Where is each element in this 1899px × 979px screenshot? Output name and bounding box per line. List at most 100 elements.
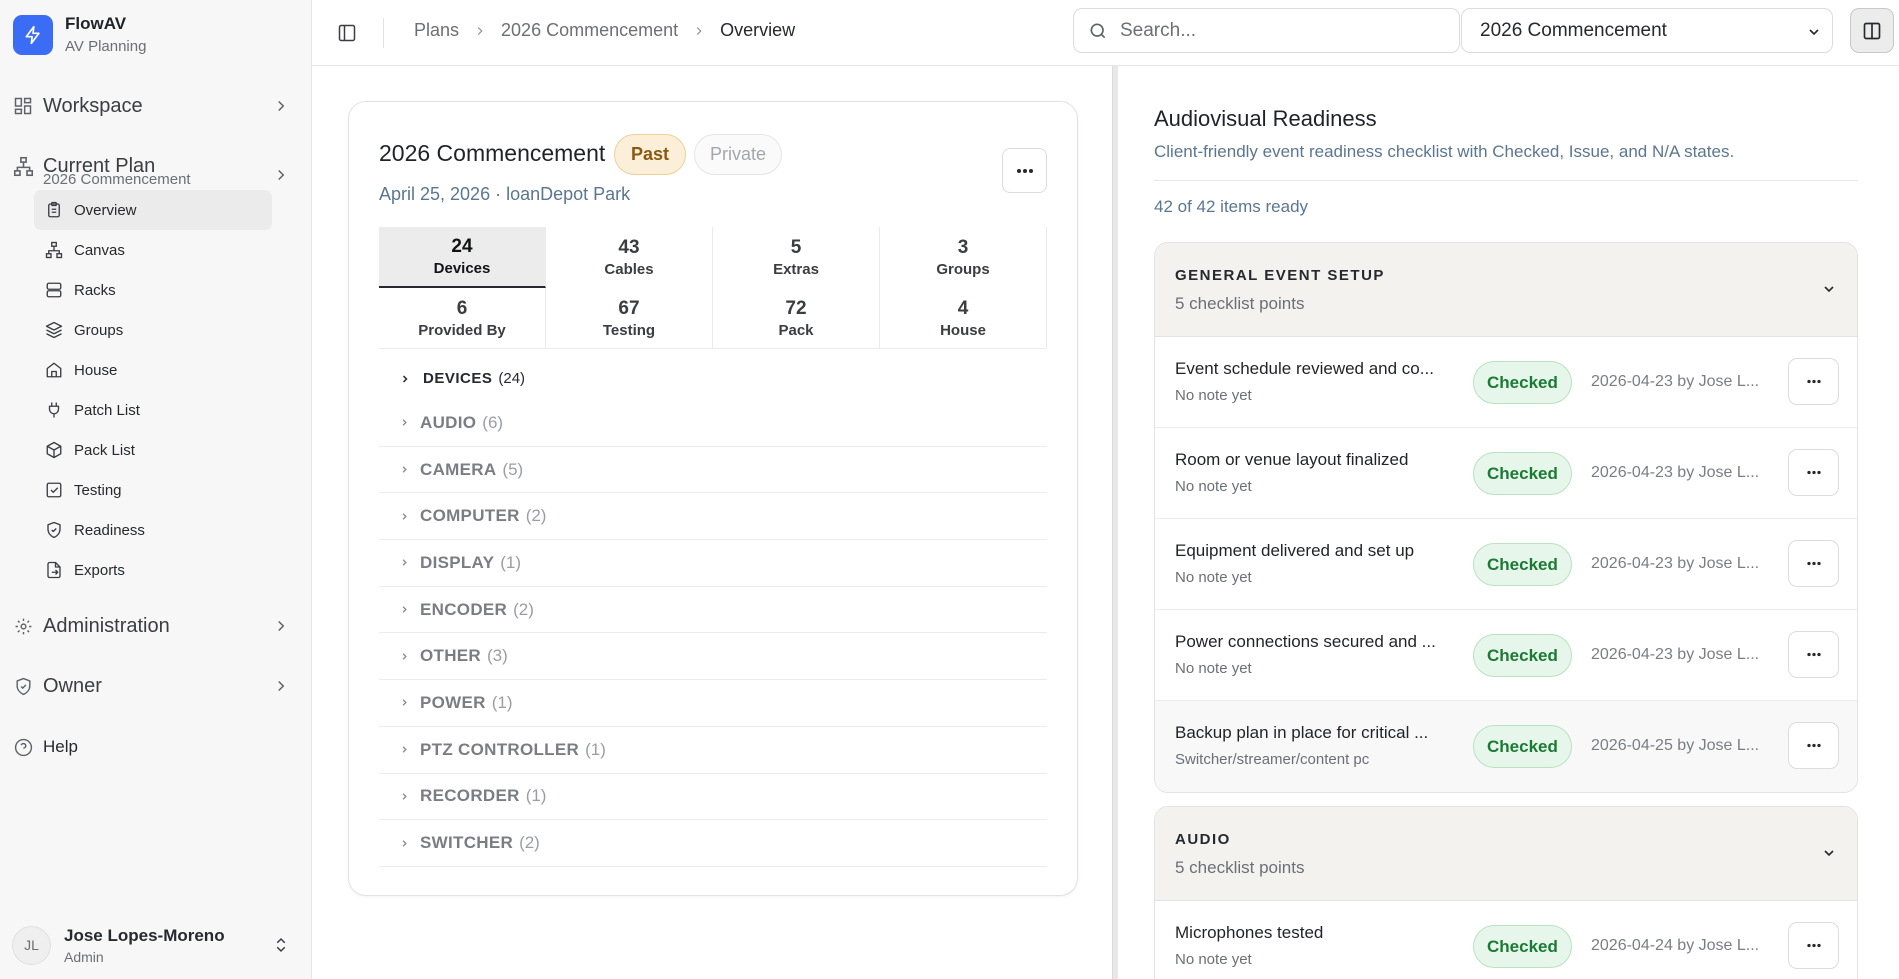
category-row[interactable]: SWITCHER (2) xyxy=(379,820,1047,867)
more-options-button[interactable] xyxy=(1002,148,1047,193)
sidebar-item-label: Canvas xyxy=(74,241,125,259)
chevron-right-icon xyxy=(399,791,410,802)
stat-groups[interactable]: 3 Groups xyxy=(880,227,1047,288)
sidebar-item-house[interactable]: House xyxy=(34,350,272,390)
category-row[interactable]: DISPLAY (1) xyxy=(379,540,1047,587)
status-badge[interactable]: Checked xyxy=(1473,452,1572,495)
stat-devices[interactable]: 24 Devices xyxy=(379,227,546,288)
stats-grid: 24 Devices 43 Cables 5 Extras 3 Groups 6… xyxy=(379,227,1047,349)
section-count: 5 checklist points xyxy=(1175,294,1305,313)
item-title: Equipment delivered and set up xyxy=(1175,541,1415,560)
stat-label: Provided By xyxy=(418,321,506,339)
panel-toggle-button[interactable] xyxy=(1850,8,1894,53)
sidebar-item-exports[interactable]: Exports xyxy=(34,550,272,590)
nav-help-label: Help xyxy=(43,737,78,756)
sidebar-item-canvas[interactable]: Canvas xyxy=(34,230,272,270)
sidebar-item-racks[interactable]: Racks xyxy=(34,270,272,310)
stat-testing[interactable]: 67 Testing xyxy=(546,288,713,348)
category-row[interactable]: ENCODER (2) xyxy=(379,587,1047,634)
help-circle-icon xyxy=(12,736,34,758)
breadcrumb-current: Overview xyxy=(720,20,796,40)
category-count: (2) xyxy=(519,833,540,853)
chevron-down-icon xyxy=(1821,281,1837,297)
stat-value: 6 xyxy=(456,297,468,319)
item-more-button[interactable] xyxy=(1788,358,1839,405)
category-row[interactable]: OTHER (3) xyxy=(379,633,1047,681)
sidebar-item-pack-list[interactable]: Pack List xyxy=(34,430,272,470)
item-more-button[interactable] xyxy=(1788,449,1839,496)
category-count: (1) xyxy=(500,552,521,572)
device-category-list: AUDIO (6) CAMERA (5) COMPUTER (2) DISPLA… xyxy=(379,400,1047,867)
stat-cables[interactable]: 43 Cables xyxy=(546,227,713,288)
category-label: RECORDER xyxy=(420,786,520,806)
category-row[interactable]: COMPUTER (2) xyxy=(379,493,1047,541)
nav-help[interactable]: Help xyxy=(12,727,298,767)
chevron-right-icon xyxy=(399,697,410,708)
stat-provided-by[interactable]: 6 Provided By xyxy=(379,288,546,348)
nav-administration[interactable]: Administration xyxy=(12,606,298,646)
more-horizontal-icon xyxy=(1806,743,1822,748)
stat-house[interactable]: 4 House xyxy=(880,288,1047,348)
chevron-right-icon xyxy=(473,24,487,38)
checklist-item: Room or venue layout finalized No note y… xyxy=(1155,428,1857,519)
devices-count: (24) xyxy=(498,370,526,387)
category-count: (1) xyxy=(585,739,606,759)
sidebar-item-patch-list[interactable]: Patch List xyxy=(34,390,272,430)
sidebar-toggle-icon[interactable] xyxy=(334,20,360,46)
status-badge[interactable]: Checked xyxy=(1473,361,1572,404)
server-icon xyxy=(44,280,64,300)
status-badge[interactable]: Checked xyxy=(1473,634,1572,677)
breadcrumb-plan[interactable]: 2026 Commencement xyxy=(501,20,678,41)
category-label: OTHER xyxy=(420,646,481,666)
section-title: GENERAL EVENT SETUP xyxy=(1175,267,1385,284)
status-badge[interactable]: Checked xyxy=(1473,543,1572,586)
item-more-button[interactable] xyxy=(1788,540,1839,587)
search-box[interactable] xyxy=(1073,8,1460,53)
avatar: JL xyxy=(12,925,51,965)
item-updated-by: 2026-04-23 by Jose L... xyxy=(1591,555,1760,572)
sidebar-item-label: House xyxy=(74,361,118,379)
search-input[interactable] xyxy=(1120,19,1440,42)
item-title: Power connections secured and ... xyxy=(1175,632,1436,651)
chevron-right-icon xyxy=(272,166,290,184)
stat-label: Extras xyxy=(773,261,819,278)
sidebar-item-readiness[interactable]: Readiness xyxy=(34,510,272,550)
category-row[interactable]: AUDIO (6) xyxy=(379,400,1047,447)
sidebar-item-groups[interactable]: Groups xyxy=(34,310,272,350)
layers-icon xyxy=(44,320,64,340)
section-header[interactable]: GENERAL EVENT SETUP 5 checklist points xyxy=(1155,243,1857,337)
sidebar-item-overview[interactable]: Overview xyxy=(34,190,272,230)
item-updated-by: 2026-04-23 by Jose L... xyxy=(1591,646,1760,663)
stat-extras[interactable]: 5 Extras xyxy=(713,227,880,288)
brand[interactable]: FlowAV AV Planning xyxy=(13,14,146,55)
nav-workspace[interactable]: Workspace xyxy=(12,86,298,126)
checklist-item: Equipment delivered and set up No note y… xyxy=(1155,519,1857,610)
stat-pack[interactable]: 72 Pack xyxy=(713,288,880,348)
item-more-button[interactable] xyxy=(1788,922,1839,969)
plan-title: 2026 Commencement xyxy=(379,140,606,166)
item-more-button[interactable] xyxy=(1788,722,1839,769)
category-row[interactable]: RECORDER (1) xyxy=(379,774,1047,821)
checklist-section: GENERAL EVENT SETUP 5 checklist points E… xyxy=(1154,242,1858,793)
sidebar-item-testing[interactable]: Testing xyxy=(34,470,272,510)
user-menu[interactable]: JL Jose Lopes-Moreno Admin xyxy=(12,921,298,969)
more-horizontal-icon xyxy=(1806,652,1822,657)
user-role: Admin xyxy=(64,948,104,965)
plan-select[interactable]: 2026 Commencement xyxy=(1461,8,1833,53)
sidebar-item-label: Exports xyxy=(74,561,125,579)
sidebar-item-label: Pack List xyxy=(74,441,135,459)
status-badge[interactable]: Checked xyxy=(1473,925,1572,968)
status-badge[interactable]: Checked xyxy=(1473,725,1572,768)
devices-toggle[interactable]: DEVICES (24) xyxy=(399,370,525,387)
item-more-button[interactable] xyxy=(1788,631,1839,678)
category-label: POWER xyxy=(420,692,486,712)
readiness-panel: Audiovisual Readiness Client-friendly ev… xyxy=(1118,66,1899,979)
more-horizontal-icon xyxy=(1806,561,1822,566)
category-row[interactable]: PTZ CONTROLLER (1) xyxy=(379,727,1047,774)
category-row[interactable]: CAMERA (5) xyxy=(379,447,1047,494)
breadcrumb-plans[interactable]: Plans xyxy=(414,20,459,41)
nav-owner[interactable]: Owner xyxy=(12,666,298,706)
section-header[interactable]: AUDIO 5 checklist points xyxy=(1155,807,1857,901)
item-updated-by: 2026-04-25 by Jose L... xyxy=(1591,737,1760,754)
category-row[interactable]: POWER (1) xyxy=(379,680,1047,727)
